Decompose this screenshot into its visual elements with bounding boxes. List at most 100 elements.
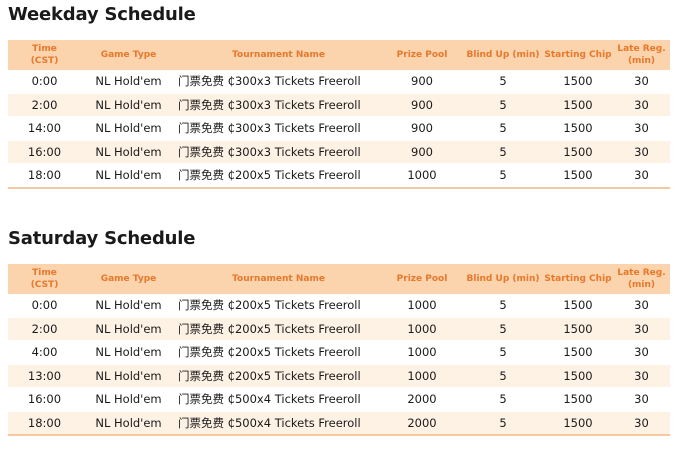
cell-time: 16:00	[8, 140, 81, 164]
weekday-title: Weekday Schedule	[8, 4, 196, 25]
cell-starting-chip: 1500	[543, 340, 613, 365]
cell-late-reg: 30	[613, 163, 670, 188]
table-row: 2:00 NL Hold'em 门票免费 ₵200x5 Tickets Freero…	[8, 317, 670, 341]
cell-time: 2:00	[8, 317, 81, 341]
table-row: 14:00 NL Hold'em 门票免费 ₵300x3 Tickets Freer…	[8, 116, 670, 141]
cell-tournament-name: 门票免费 ₵200x5 Tickets Freeroll	[176, 340, 381, 365]
cell-game-type: NL Hold'em	[81, 294, 176, 318]
cell-starting-chip: 1500	[543, 93, 613, 117]
table-row: 16:00 NL Hold'em 门票免费 ₵500x4 Tickets Freer…	[8, 387, 670, 412]
cell-starting-chip: 1500	[543, 163, 613, 188]
cell-blind-up: 5	[463, 70, 543, 94]
saturday-header-prize-pool: Prize Pool	[396, 274, 448, 284]
cell-time: 13:00	[8, 364, 81, 388]
saturday-header-tournament-name: Tournament Name	[232, 274, 325, 284]
cell-game-type: NL Hold'em	[81, 411, 176, 436]
cell-tournament-name: 门票免费 ₵300x3 Tickets Freeroll	[176, 93, 381, 117]
cell-late-reg: 30	[613, 116, 670, 141]
cell-blind-up: 5	[463, 340, 543, 365]
weekday-header-blind-up: Blind Up (min)	[466, 50, 540, 60]
cell-blind-up: 5	[463, 387, 543, 412]
saturday-header-time: Time (CST)	[30, 268, 59, 290]
cell-game-type: NL Hold'em	[81, 140, 176, 164]
cell-prize-pool: 900	[381, 116, 463, 141]
cell-blind-up: 5	[463, 140, 543, 164]
saturday-title: Saturday Schedule	[8, 228, 196, 249]
table-row: 13:00 NL Hold'em 门票免费 ₵200x5 Tickets Freer…	[8, 364, 670, 388]
saturday-header-late-reg: Late Reg. (min)	[617, 268, 666, 290]
cell-blind-up: 5	[463, 294, 543, 318]
cell-tournament-name: 门票免费 ₵300x3 Tickets Freeroll	[176, 70, 381, 94]
cell-prize-pool: 1000	[381, 317, 463, 341]
cell-late-reg: 30	[613, 294, 670, 318]
table-row: 18:00 NL Hold'em 门票免费 ₵500x4 Tickets Freer…	[8, 411, 670, 436]
cell-time: 0:00	[8, 70, 81, 94]
table-row: 16:00 NL Hold'em 门票免费 ₵300x3 Tickets Freer…	[8, 140, 670, 164]
cell-game-type: NL Hold'em	[81, 387, 176, 412]
cell-late-reg: 30	[613, 364, 670, 388]
cell-blind-up: 5	[463, 93, 543, 117]
weekday-header-game-type: Game Type	[100, 50, 157, 60]
cell-time: 0:00	[8, 294, 81, 318]
cell-starting-chip: 1500	[543, 387, 613, 412]
cell-starting-chip: 1500	[543, 364, 613, 388]
cell-game-type: NL Hold'em	[81, 317, 176, 341]
cell-blind-up: 5	[463, 317, 543, 341]
cell-blind-up: 5	[463, 116, 543, 141]
saturday-table: Time (CST) Game Type Tournament Name Prize …	[8, 264, 670, 436]
weekday-header-starting-chip: Starting Chip	[544, 50, 612, 60]
cell-blind-up: 5	[463, 364, 543, 388]
cell-time: 4:00	[8, 340, 81, 365]
cell-prize-pool: 900	[381, 140, 463, 164]
cell-starting-chip: 1500	[543, 317, 613, 341]
cell-tournament-name: 门票免费 ₵200x5 Tickets Freeroll	[176, 317, 381, 341]
cell-prize-pool: 2000	[381, 387, 463, 412]
table-row: 0:00 NL Hold'em 门票免费 ₵300x3 Tickets Freero…	[8, 70, 670, 94]
cell-time: 18:00	[8, 163, 81, 188]
weekday-header-time: Time (CST)	[30, 44, 59, 66]
cell-late-reg: 30	[613, 340, 670, 365]
weekday-table-body: 0:00 NL Hold'em 门票免费 ₵300x3 Tickets Freero…	[8, 70, 670, 188]
cell-late-reg: 30	[613, 93, 670, 117]
cell-prize-pool: 1000	[381, 364, 463, 388]
cell-game-type: NL Hold'em	[81, 70, 176, 94]
cell-late-reg: 30	[613, 70, 670, 94]
saturday-table-body: 0:00 NL Hold'em 门票免费 ₵200x5 Tickets Freero…	[8, 294, 670, 436]
cell-blind-up: 5	[463, 163, 543, 188]
cell-time: 2:00	[8, 93, 81, 117]
saturday-table-header: Time (CST) Game Type Tournament Name Prize …	[8, 264, 670, 294]
cell-tournament-name: 门票免费 ₵300x3 Tickets Freeroll	[176, 140, 381, 164]
table-row: 18:00 NL Hold'em 门票免费 ₵200x5 Tickets Freer…	[8, 163, 670, 188]
weekday-header-late-reg: Late Reg. (min)	[617, 44, 666, 66]
cell-late-reg: 30	[613, 411, 670, 436]
weekday-section: Weekday Schedule Time (CST) Game Type Tour…	[8, 4, 670, 189]
cell-late-reg: 30	[613, 317, 670, 341]
cell-time: 18:00	[8, 411, 81, 436]
cell-game-type: NL Hold'em	[81, 340, 176, 365]
weekday-header-tournament-name: Tournament Name	[232, 50, 325, 60]
cell-prize-pool: 900	[381, 70, 463, 94]
saturday-header-starting-chip: Starting Chip	[544, 274, 612, 284]
cell-tournament-name: 门票免费 ₵200x5 Tickets Freeroll	[176, 163, 381, 188]
saturday-header-game-type: Game Type	[100, 274, 157, 284]
cell-late-reg: 30	[613, 387, 670, 412]
cell-time: 16:00	[8, 387, 81, 412]
cell-tournament-name: 门票免费 ₵500x4 Tickets Freeroll	[176, 411, 381, 436]
saturday-section: Saturday Schedule Time (CST) Game Type Tou…	[8, 228, 670, 436]
cell-game-type: NL Hold'em	[81, 116, 176, 141]
cell-late-reg: 30	[613, 140, 670, 164]
cell-prize-pool: 2000	[381, 411, 463, 436]
saturday-header-blind-up: Blind Up (min)	[466, 274, 540, 284]
cell-time: 14:00	[8, 116, 81, 141]
table-row: 2:00 NL Hold'em 门票免费 ₵300x3 Tickets Freero…	[8, 93, 670, 117]
table-row: 4:00 NL Hold'em 门票免费 ₵200x5 Tickets Freero…	[8, 340, 670, 365]
cell-prize-pool: 1000	[381, 163, 463, 188]
weekday-table-header: Time (CST) Game Type Tournament Name Prize …	[8, 40, 670, 70]
cell-tournament-name: 门票免费 ₵200x5 Tickets Freeroll	[176, 294, 381, 318]
cell-blind-up: 5	[463, 411, 543, 436]
cell-tournament-name: 门票免费 ₵500x4 Tickets Freeroll	[176, 387, 381, 412]
cell-starting-chip: 1500	[543, 294, 613, 318]
cell-prize-pool: 900	[381, 93, 463, 117]
cell-game-type: NL Hold'em	[81, 93, 176, 117]
cell-tournament-name: 门票免费 ₵200x5 Tickets Freeroll	[176, 364, 381, 388]
